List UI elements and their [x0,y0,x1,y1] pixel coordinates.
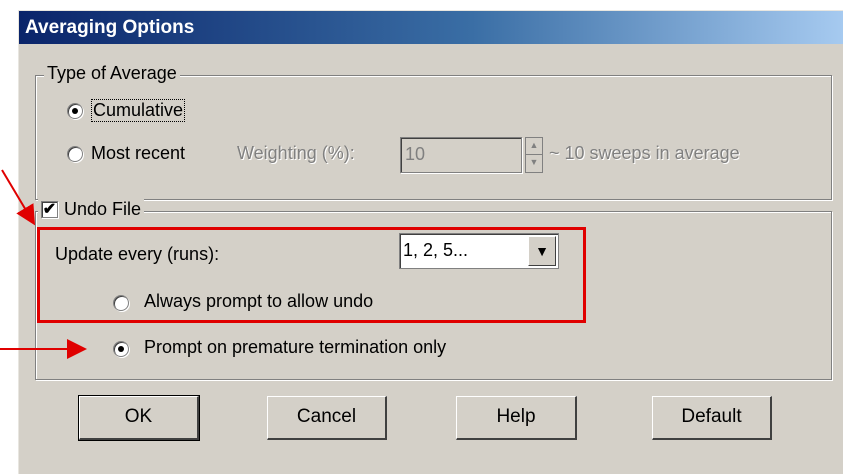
premature-termination-label[interactable]: Prompt on premature termination only [144,337,446,358]
sweeps-in-average-text: ~ 10 sweeps in average [549,143,740,163]
spin-down-icon[interactable]: ▼ [526,155,542,172]
undo-file-label[interactable]: Undo File [64,199,141,220]
premature-termination-radio[interactable] [113,341,129,357]
dialog-title: Averaging Options [19,11,843,44]
annotation-highlight-box [37,227,586,323]
spin-up-icon[interactable]: ▲ [526,138,542,155]
type-of-average-legend: Type of Average [44,63,180,84]
averaging-options-dialog: Averaging Options Type of Average Cumula… [18,10,843,474]
most-recent-label[interactable]: Most recent [91,143,185,164]
cumulative-radio[interactable] [67,103,83,119]
undo-file-checkbox[interactable]: ✔ [41,201,58,218]
ok-button[interactable]: OK [78,395,200,441]
help-button[interactable]: Help [456,396,577,440]
cancel-button[interactable]: Cancel [267,396,387,440]
cumulative-label[interactable]: Cumulative [91,99,186,122]
weighting-input[interactable]: 10 [400,137,522,173]
weighting-label: Weighting (%): [237,143,355,163]
most-recent-radio[interactable] [67,146,83,162]
undo-file-legend: ✔ Undo File [38,199,145,220]
default-button[interactable]: Default [652,396,772,440]
weighting-spinner[interactable]: ▲ ▼ [525,137,543,173]
